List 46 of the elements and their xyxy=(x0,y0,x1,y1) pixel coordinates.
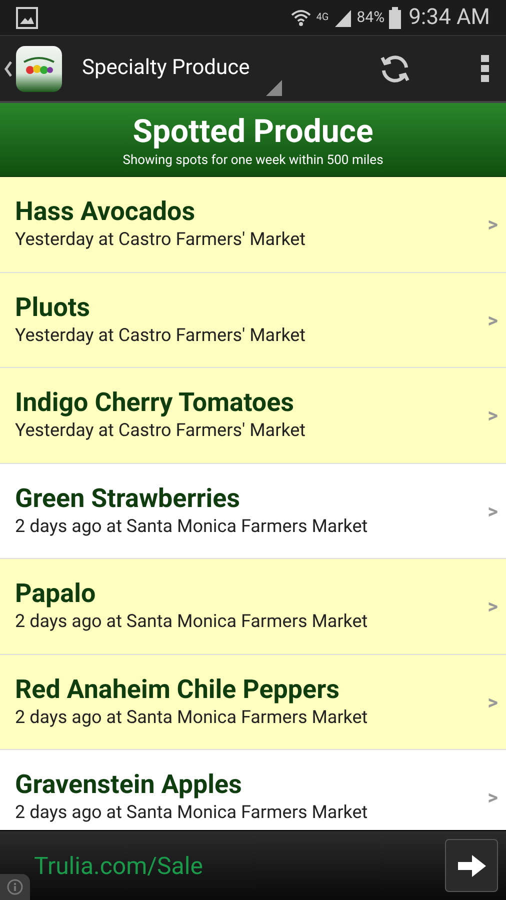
gallery-icon xyxy=(16,6,38,28)
chevron-text: > xyxy=(488,593,498,620)
chevron-text: > xyxy=(488,784,498,812)
produce-list-item[interactable]: Green Strawberries 2 days ago at Santa Monica Farmers Market > xyxy=(0,464,506,559)
produce-name: Red Anaheim Chile Peppers xyxy=(15,674,340,706)
chevron-text: > xyxy=(488,498,498,525)
app-logo-icon[interactable] xyxy=(16,46,62,92)
arrow-right-icon xyxy=(458,854,486,876)
overflow-menu-icon[interactable] xyxy=(480,54,490,82)
back-icon[interactable] xyxy=(4,60,12,76)
produce-name: Green Strawberries xyxy=(15,482,242,515)
spot-detail: 2 days ago at Santa Monica Farmers Market xyxy=(15,610,369,634)
battery-level: 84% xyxy=(356,7,385,28)
info-icon xyxy=(7,879,23,895)
info-badge[interactable] xyxy=(0,874,30,900)
dropdown-icon[interactable] xyxy=(266,80,282,96)
ad-link[interactable]: Trulia.com/Sale xyxy=(34,848,445,884)
produce-name: Papalo xyxy=(15,578,97,610)
produce-list-item[interactable]: Pluots Yesterday at Castro Farmers' Market > xyxy=(0,272,506,368)
spot-detail: 2 days ago at Santa Monica Farmers Market xyxy=(15,801,369,826)
header-title: Spotted Produce xyxy=(132,110,374,152)
chevron-text: > xyxy=(488,402,498,430)
produce-name: Hass Avocados xyxy=(15,196,196,228)
spot-detail: 2 days ago at Santa Monica Farmers Market xyxy=(15,706,369,730)
chevron-text: > xyxy=(488,306,498,334)
produce-list-item[interactable]: Indigo Cherry Tomatoes Yesterday at Castro Farmers' Market > xyxy=(0,368,506,464)
chevron-text: > xyxy=(488,688,498,716)
ad-arrow-button[interactable] xyxy=(445,839,498,892)
spot-detail: Yesterday at Castro Farmers' Market xyxy=(15,324,307,348)
spot-detail: Yesterday at Castro Farmers' Market xyxy=(15,419,307,444)
produce-list-item[interactable]: Red Anaheim Chile Peppers 2 days ago at Santa Monica Farmers Market > xyxy=(0,654,506,750)
ad-banner[interactable]: Trulia.com/Sale xyxy=(0,830,506,900)
produce-name: Pluots xyxy=(15,292,92,324)
app-title[interactable]: Specialty Produce xyxy=(82,52,282,84)
chevron-text: > xyxy=(488,211,498,238)
spot-detail: 2 days ago at Santa Monica Farmers Market xyxy=(15,514,369,539)
produce-list-item[interactable]: Hass Avocados Yesterday at Castro Farmers' Market > xyxy=(0,177,506,272)
network-label: 4G xyxy=(316,11,329,25)
produce-list-item[interactable]: Papalo 2 days ago at Santa Monica Farmers Market > xyxy=(0,559,506,654)
battery-icon xyxy=(388,6,401,28)
clock: 9:34 AM xyxy=(408,4,490,32)
produce-name: Gravenstein Apples xyxy=(15,769,243,802)
produce-name: Indigo Cherry Tomatoes xyxy=(15,387,296,420)
spot-detail: Yesterday at Castro Farmers' Market xyxy=(15,228,307,252)
header-subtitle: Showing spots for one week within 500 miles xyxy=(122,152,384,170)
signal-icon xyxy=(332,8,353,28)
